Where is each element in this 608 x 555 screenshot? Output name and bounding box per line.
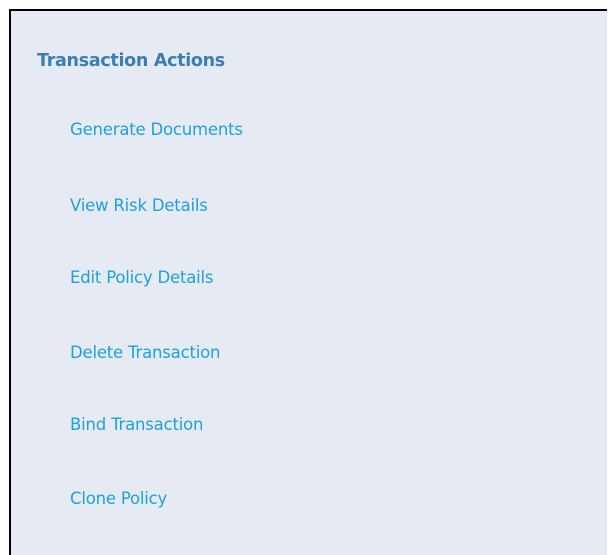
clone-policy-link[interactable]: Clone Policy [70, 489, 167, 508]
generate-documents-link[interactable]: Generate Documents [70, 120, 243, 139]
delete-transaction-link[interactable]: Delete Transaction [70, 343, 220, 362]
view-risk-details-link[interactable]: View Risk Details [70, 196, 208, 215]
transaction-actions-panel: Transaction Actions Generate Documents V… [9, 9, 607, 555]
panel-title: Transaction Actions [37, 51, 225, 71]
edit-policy-details-link[interactable]: Edit Policy Details [70, 268, 214, 287]
bind-transaction-link[interactable]: Bind Transaction [70, 415, 203, 434]
